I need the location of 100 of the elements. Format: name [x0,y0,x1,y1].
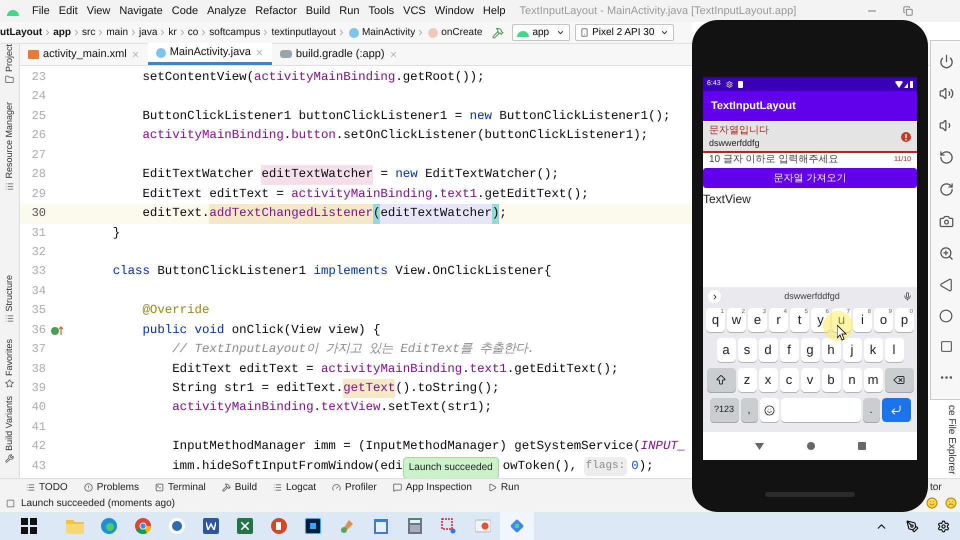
menu-item[interactable]: Analyze [207,2,246,20]
menu-item[interactable]: Navigate [119,2,163,20]
document-app-icon[interactable] [203,518,219,534]
keyboard-key[interactable]: a [716,338,736,362]
tool-window-label[interactable]: Resource Manager [2,102,16,179]
breadcrumb[interactable]: java [139,25,158,40]
tool-window-label[interactable]: Project [2,44,16,72]
breadcrumb[interactable]: kr [168,25,177,40]
menu-item[interactable]: Help [482,2,506,20]
tool-window-button[interactable]: Profiler [345,480,377,494]
keyboard-key[interactable]: v [800,368,820,392]
tool-window-icon[interactable] [5,182,14,191]
calculator-icon[interactable] [408,518,422,534]
expand-suggestions-button[interactable] [708,290,721,303]
menu-item[interactable]: Edit [58,2,78,20]
keyboard-key[interactable]: l [884,338,904,362]
keyboard-key[interactable]: k [864,338,882,362]
breadcrumb[interactable]: utLayout [0,25,42,40]
settings-icon[interactable] [937,520,950,532]
tool-window-label[interactable]: Build Variants [2,396,16,451]
breadcrumb[interactable]: textinputlayout [271,25,336,40]
tool-window-button[interactable]: Problems [96,480,139,494]
overview-icon[interactable] [940,340,952,353]
tool-window-icon[interactable] [154,482,164,492]
home-icon[interactable] [806,442,814,450]
device-dropdown[interactable]: Pixel 2 API 30 [575,24,674,41]
menu-item[interactable]: Window [434,2,474,20]
keyboard-key[interactable]: d [758,338,778,362]
tool-window-icon[interactable] [5,454,14,463]
volume-down-icon[interactable] [938,118,954,133]
media-icon[interactable] [475,518,491,534]
text-input-field[interactable]: 문자열입니다 dswwerfddfg [703,122,917,153]
tool-window-icon[interactable] [26,482,35,492]
home-icon[interactable] [939,309,953,323]
smiley-icon[interactable] [926,497,938,509]
hammer-icon[interactable] [492,26,504,38]
presentation-app-icon[interactable] [271,518,287,534]
breadcrumb[interactable]: MainActivity [362,25,416,40]
enter-key[interactable] [882,398,910,422]
menu-item[interactable]: View [86,2,110,20]
fetch-text-button[interactable]: 문자열 가져오기 [703,168,917,188]
rotate-left-icon[interactable] [938,150,954,165]
keyboard-key[interactable]: s [738,338,756,362]
tool-window-label[interactable]: ce File Explorer [944,405,959,474]
browser-icon[interactable] [135,518,151,534]
tool-window-icon[interactable] [222,482,231,492]
breadcrumb[interactable]: app [53,25,71,40]
override-icon[interactable] [50,324,64,336]
menu-item[interactable]: Refactor [255,2,297,20]
tool-window-button[interactable]: Logcat [286,480,316,494]
back-icon[interactable] [754,442,764,450]
pen-icon[interactable] [906,520,919,532]
tool-window-label[interactable]: Structure [2,274,16,312]
keyboard-key[interactable]: c [780,368,798,392]
breadcrumb[interactable]: softcampus [209,25,260,40]
emoji-key[interactable] [760,398,778,422]
suggestion[interactable]: dswwerfddfgd [721,290,903,304]
tool-window-icon[interactable] [488,482,497,492]
tool-window-icon[interactable] [5,379,14,388]
tool-window-label[interactable]: Favorites [2,339,16,376]
back-icon[interactable] [939,278,953,292]
shift-key[interactable] [706,368,736,392]
breadcrumb[interactable]: onCreate [441,25,482,40]
tool-window-icon[interactable] [273,482,282,492]
tool-window-button[interactable]: Build [234,480,258,494]
menu-item[interactable]: File [32,2,50,20]
backspace-key[interactable] [884,368,914,392]
app-icon[interactable] [169,518,185,534]
spreadsheet-app-icon[interactable] [237,518,253,534]
notepad-icon[interactable] [374,518,388,534]
tool-window-icon[interactable] [84,482,93,492]
keyboard-key[interactable]: m [864,368,882,392]
keyboard-key[interactable]: j [842,338,862,362]
tool-window-icon[interactable] [5,75,14,84]
sad-face-icon[interactable] [945,497,957,509]
punctuation-key[interactable]: . [862,398,880,422]
keyboard-key[interactable]: n [842,368,862,392]
menu-item[interactable]: Tools [368,2,394,20]
symbols-key[interactable]: ?123 [710,398,738,422]
tool-window-button[interactable]: TODO [39,480,68,494]
menu-item[interactable]: Code [172,2,198,20]
tool-window-button[interactable]: Terminal [168,480,206,494]
breadcrumb[interactable]: co [188,25,198,40]
breadcrumb[interactable]: main [106,25,128,40]
tool-window-icon[interactable] [392,482,402,492]
punctuation-key[interactable]: , [740,398,758,422]
image-editor-icon[interactable] [305,518,321,534]
keyboard-key[interactable]: x [758,368,778,392]
scissors-icon[interactable] [441,518,457,534]
browser-icon[interactable] [101,518,117,534]
rotate-right-icon[interactable] [938,182,954,197]
keyboard-key[interactable]: h [822,338,840,362]
microphone-icon[interactable] [903,292,912,301]
menu-item[interactable]: VCS [403,2,426,20]
keyboard-key[interactable]: g [800,338,820,362]
menu-item[interactable]: Build [306,2,330,20]
tool-window-button[interactable]: App Inspection [406,480,472,494]
camera-icon[interactable] [938,214,954,229]
editor-tab[interactable]: MainActivity.java [148,43,272,65]
breadcrumb[interactable]: src [82,25,96,40]
